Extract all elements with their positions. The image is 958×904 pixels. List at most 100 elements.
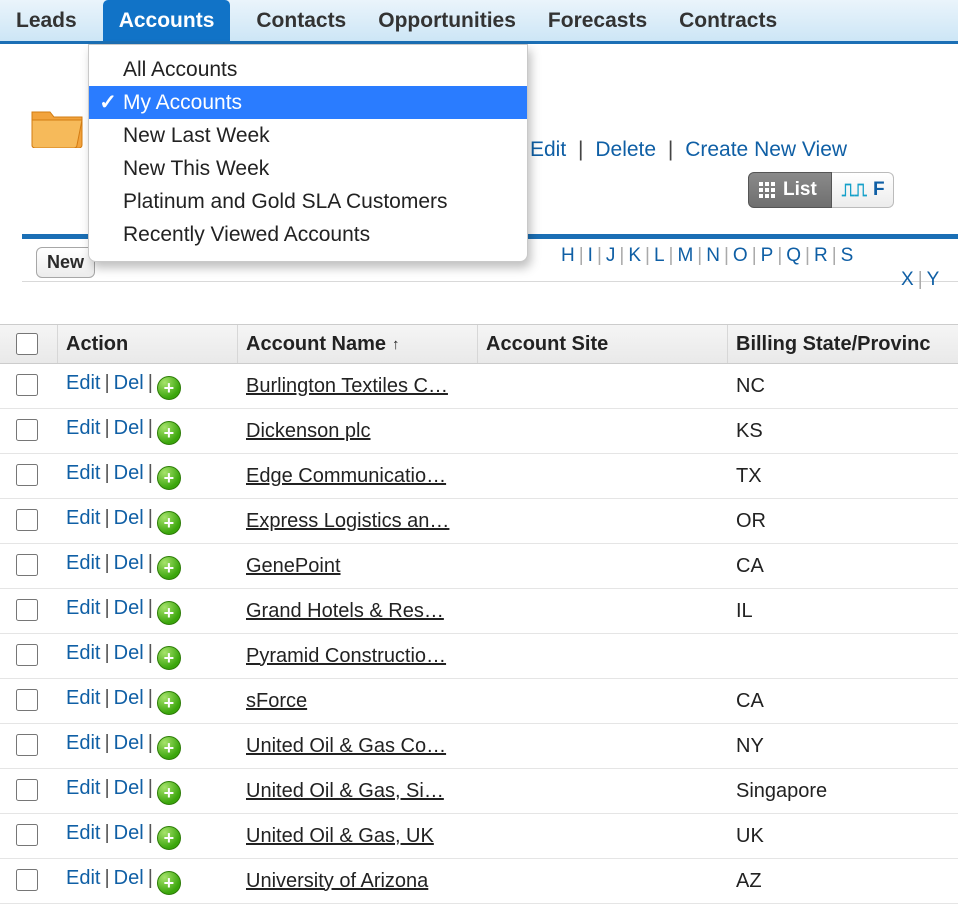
new-button[interactable]: New	[36, 247, 95, 278]
alpha-filter-S[interactable]: S	[837, 245, 858, 266]
row-del-link[interactable]: Del	[114, 867, 144, 889]
account-name-link[interactable]: sForce	[246, 690, 307, 712]
row-checkbox[interactable]	[16, 374, 38, 396]
row-edit-link[interactable]: Edit	[66, 597, 100, 619]
dropdown-item-platinum-gold[interactable]: ✓Platinum and Gold SLA Customers	[89, 185, 527, 218]
billing-state-cell: NY	[728, 735, 958, 758]
row-checkbox[interactable]	[16, 689, 38, 711]
alpha-filter-I[interactable]: I	[584, 245, 597, 266]
dropdown-item-recently-viewed[interactable]: ✓Recently Viewed Accounts	[89, 218, 527, 251]
plus-icon[interactable]: +	[157, 511, 181, 535]
column-action[interactable]: Action	[58, 325, 238, 363]
tab-leads[interactable]: Leads	[10, 0, 83, 41]
row-del-link[interactable]: Del	[114, 732, 144, 754]
account-name-link[interactable]: United Oil & Gas, Si…	[246, 780, 444, 802]
row-del-link[interactable]: Del	[114, 417, 144, 439]
column-name[interactable]: Account Name↑	[238, 325, 478, 363]
alpha-filter-K[interactable]: K	[624, 245, 645, 266]
plus-icon[interactable]: +	[157, 601, 181, 625]
row-edit-link[interactable]: Edit	[66, 372, 100, 394]
row-del-link[interactable]: Del	[114, 777, 144, 799]
plus-icon[interactable]: +	[157, 376, 181, 400]
row-del-link[interactable]: Del	[114, 462, 144, 484]
alpha-filter-L[interactable]: L	[650, 245, 669, 266]
row-edit-link[interactable]: Edit	[66, 732, 100, 754]
plus-icon[interactable]: +	[157, 691, 181, 715]
plus-icon[interactable]: +	[157, 466, 181, 490]
alpha-filter-R[interactable]: R	[810, 245, 832, 266]
row-checkbox[interactable]	[16, 644, 38, 666]
alpha-filter-Y[interactable]: Y	[923, 269, 944, 290]
account-name-link[interactable]: Burlington Textiles C…	[246, 375, 448, 397]
dropdown-item-new-this-week[interactable]: ✓New This Week	[89, 152, 527, 185]
plus-icon[interactable]: +	[157, 736, 181, 760]
edit-view-link[interactable]: Edit	[530, 138, 566, 161]
row-checkbox[interactable]	[16, 509, 38, 531]
account-name-link[interactable]: Edge Communicatio…	[246, 465, 446, 487]
account-name-link[interactable]: United Oil & Gas, UK	[246, 825, 434, 847]
row-edit-link[interactable]: Edit	[66, 462, 100, 484]
dropdown-item-new-last-week[interactable]: ✓New Last Week	[89, 119, 527, 152]
tab-contacts[interactable]: Contacts	[250, 0, 352, 41]
row-actions: Edit|Del|+	[58, 417, 238, 446]
plus-icon[interactable]: +	[157, 826, 181, 850]
account-name-link[interactable]: Grand Hotels & Res…	[246, 600, 444, 622]
account-name-link[interactable]: Dickenson plc	[246, 420, 371, 442]
alpha-filter-N[interactable]: N	[702, 245, 724, 266]
row-del-link[interactable]: Del	[114, 507, 144, 529]
row-checkbox[interactable]	[16, 869, 38, 891]
plus-icon[interactable]: +	[157, 421, 181, 445]
create-view-link[interactable]: Create New View	[685, 138, 847, 161]
alpha-filter-M[interactable]: M	[673, 245, 697, 266]
list-view-button[interactable]: List	[748, 172, 832, 208]
row-del-link[interactable]: Del	[114, 822, 144, 844]
account-name-link[interactable]: GenePoint	[246, 555, 341, 577]
row-edit-link[interactable]: Edit	[66, 777, 100, 799]
tab-contracts[interactable]: Contracts	[673, 0, 783, 41]
feed-view-button[interactable]: ⎍⎍ F	[832, 172, 894, 208]
row-checkbox[interactable]	[16, 599, 38, 621]
delete-view-link[interactable]: Delete	[595, 138, 656, 161]
column-billing[interactable]: Billing State/Provinc	[728, 325, 958, 363]
alpha-filter-H[interactable]: H	[557, 245, 579, 266]
row-edit-link[interactable]: Edit	[66, 822, 100, 844]
alpha-filter-Q[interactable]: Q	[782, 245, 805, 266]
row-checkbox[interactable]	[16, 554, 38, 576]
account-name-link[interactable]: Pyramid Constructio…	[246, 645, 446, 667]
row-edit-link[interactable]: Edit	[66, 417, 100, 439]
row-del-link[interactable]: Del	[114, 552, 144, 574]
tab-accounts[interactable]: Accounts	[103, 0, 231, 41]
alpha-filter-X[interactable]: X	[897, 269, 918, 290]
row-checkbox[interactable]	[16, 734, 38, 756]
select-all-checkbox[interactable]	[16, 333, 38, 355]
column-site[interactable]: Account Site	[478, 325, 728, 363]
row-checkbox[interactable]	[16, 419, 38, 441]
plus-icon[interactable]: +	[157, 781, 181, 805]
row-del-link[interactable]: Del	[114, 687, 144, 709]
row-del-link[interactable]: Del	[114, 372, 144, 394]
plus-icon[interactable]: +	[157, 871, 181, 895]
row-edit-link[interactable]: Edit	[66, 642, 100, 664]
plus-icon[interactable]: +	[157, 646, 181, 670]
account-name-link[interactable]: United Oil & Gas Co…	[246, 735, 446, 757]
alpha-filter-J[interactable]: J	[602, 245, 620, 266]
alpha-filter-P[interactable]: P	[757, 245, 778, 266]
alpha-filter-O[interactable]: O	[729, 245, 752, 266]
row-edit-link[interactable]: Edit	[66, 867, 100, 889]
row-del-link[interactable]: Del	[114, 642, 144, 664]
row-edit-link[interactable]: Edit	[66, 552, 100, 574]
dropdown-item-all-accounts[interactable]: ✓All Accounts	[89, 53, 527, 86]
account-name-link[interactable]: University of Arizona	[246, 870, 428, 892]
tab-forecasts[interactable]: Forecasts	[542, 0, 653, 41]
account-name-link[interactable]: Express Logistics an…	[246, 510, 449, 532]
row-actions: Edit|Del|+	[58, 822, 238, 851]
row-checkbox[interactable]	[16, 779, 38, 801]
row-checkbox[interactable]	[16, 464, 38, 486]
row-checkbox[interactable]	[16, 824, 38, 846]
row-edit-link[interactable]: Edit	[66, 687, 100, 709]
dropdown-item-my-accounts[interactable]: ✓My Accounts	[89, 86, 527, 119]
row-del-link[interactable]: Del	[114, 597, 144, 619]
row-edit-link[interactable]: Edit	[66, 507, 100, 529]
plus-icon[interactable]: +	[157, 556, 181, 580]
tab-opportunities[interactable]: Opportunities	[372, 0, 522, 41]
